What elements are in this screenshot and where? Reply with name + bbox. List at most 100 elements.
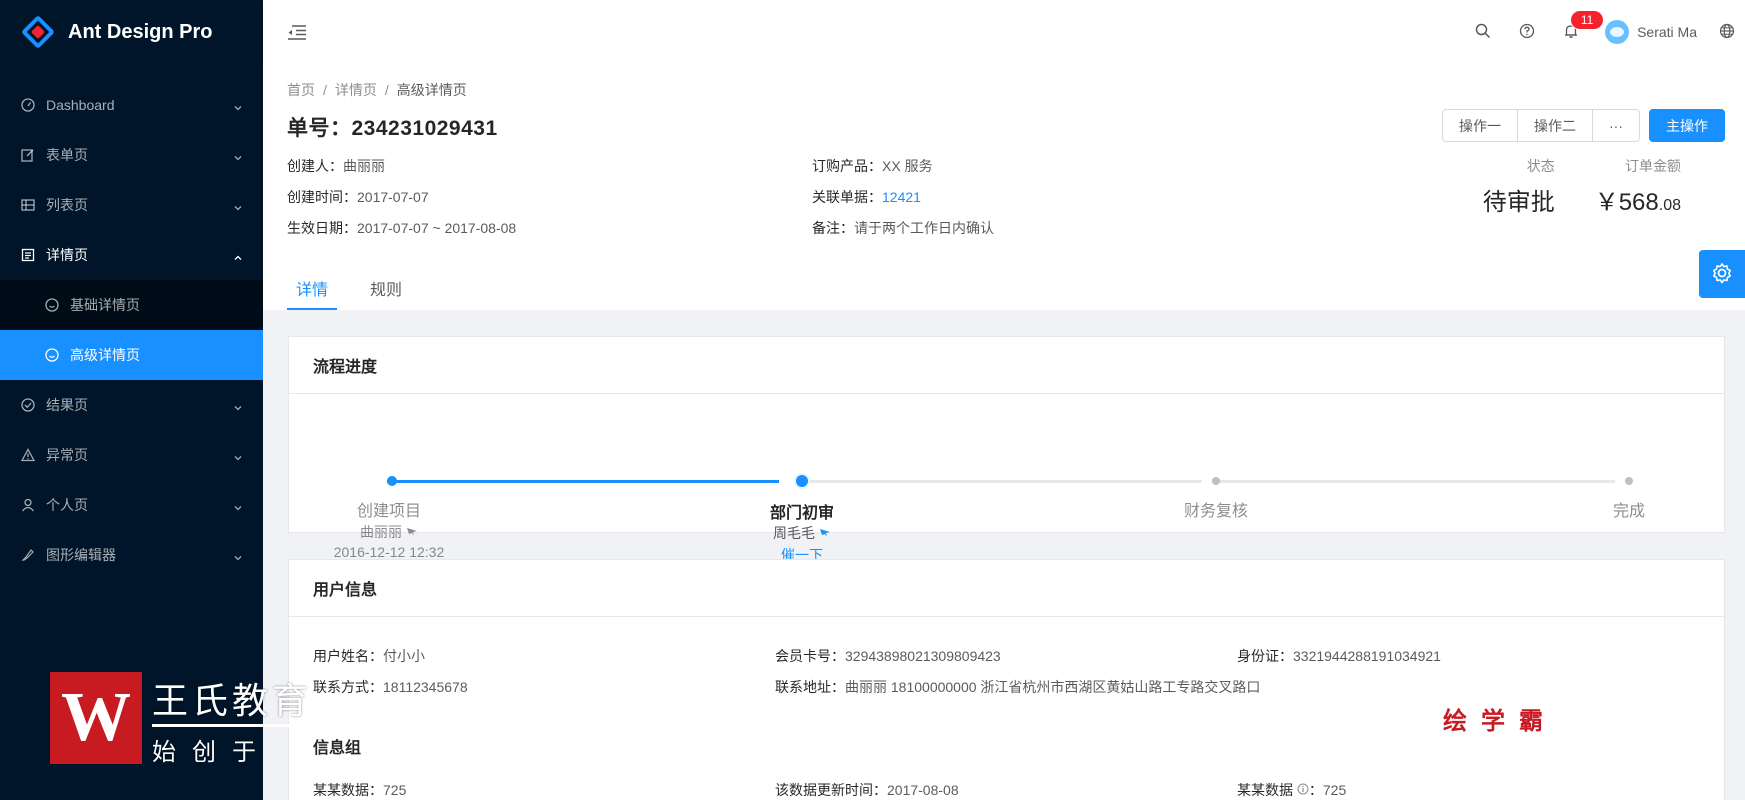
tab-rules[interactable]: 规则 xyxy=(361,266,411,310)
field-value: 曲丽丽 xyxy=(343,157,385,174)
field-value: 3321944288191034921 xyxy=(1293,648,1441,664)
sidebar-item-basic-profile[interactable]: 基础详情页 xyxy=(0,280,263,330)
page-tabs: 详情 规则 xyxy=(287,266,435,310)
user-name: Serati Ma xyxy=(1637,24,1697,40)
page-actions: 操作一 操作二 ··· 主操作 xyxy=(1442,109,1725,142)
sidebar-menu: Dashboard 表单页 列表页 详情页 基础详情页 高级详情页 结果页 异常… xyxy=(0,80,263,580)
setting-drawer-handle[interactable] xyxy=(1699,250,1745,298)
sidebar-item-list[interactable]: 列表页 xyxy=(0,180,263,230)
sidebar-item-advanced-profile[interactable]: 高级详情页 xyxy=(0,330,263,380)
action-two-button[interactable]: 操作二 xyxy=(1517,109,1593,142)
status-value: 待审批 xyxy=(1482,189,1555,216)
dashboard-icon xyxy=(20,97,36,113)
address-field: 联系地址：曲丽丽 18100000000 浙江省杭州市西湖区黄姑山路工专路交叉路… xyxy=(775,677,1675,697)
app-logo[interactable]: Ant Design Pro xyxy=(0,0,263,64)
member-card-field: 会员卡号：32943898021309809423 xyxy=(775,646,1237,666)
data-field-with-tip: 某某数据 ：725 xyxy=(1237,780,1699,800)
user-info-title: 用户信息 xyxy=(289,560,1724,617)
watermark-right-text: 绘学霸 xyxy=(1443,706,1557,735)
field-value: 付小小 xyxy=(383,648,425,664)
note-field: 备注：请于两个工作日内确认 xyxy=(812,218,1337,238)
action-one-button[interactable]: 操作一 xyxy=(1442,109,1518,142)
field-label: 某某数据： xyxy=(313,782,383,798)
sidebar-item-account[interactable]: 个人页 xyxy=(0,480,263,530)
more-actions-button[interactable]: ··· xyxy=(1592,109,1640,142)
menu-fold-icon[interactable] xyxy=(287,22,307,42)
status-label: 状态 xyxy=(1526,158,1555,174)
app-title: Ant Design Pro xyxy=(68,20,213,43)
step-title: 完成 xyxy=(1612,503,1645,520)
sidebar-item-label: 结果页 xyxy=(46,397,88,413)
sidebar-item-exception[interactable]: 异常页 xyxy=(0,430,263,480)
step-title: 创建项目 xyxy=(356,503,421,520)
step-time: 2016-12-12 12:32 xyxy=(333,544,445,560)
field-label: 生效日期： xyxy=(287,219,357,236)
sidebar-item-result[interactable]: 结果页 xyxy=(0,380,263,430)
breadcrumb-profile[interactable]: 详情页 xyxy=(335,80,377,100)
info-circle-icon[interactable] xyxy=(1297,782,1309,798)
progress-steps: 创建项目 曲丽丽 2016-12-12 12:32 部门初审 周毛毛 催一下 财… xyxy=(289,394,1724,563)
ant-logo-icon xyxy=(20,14,56,50)
sidebar-item-editor[interactable]: 图形编辑器 xyxy=(0,530,263,580)
watermark-title: 王氏教育 xyxy=(152,681,313,722)
step-person: 曲丽丽 xyxy=(289,522,489,542)
sidebar-item-label: 高级详情页 xyxy=(70,347,140,363)
profile-icon xyxy=(20,247,36,263)
id-card-field: 身份证：3321944288191034921 xyxy=(1237,646,1699,666)
step-connector-wait xyxy=(802,480,1202,483)
chevron-down-icon xyxy=(233,150,243,161)
tab-detail[interactable]: 详情 xyxy=(287,266,338,310)
field-colon: ： xyxy=(1308,782,1323,798)
product-field: 订购产品：XX 服务 xyxy=(812,156,1337,176)
user-info-row: 联系方式：18112345678 联系地址：曲丽丽 18100000000 浙江… xyxy=(313,677,1713,697)
amount-label: 订单金额 xyxy=(1625,158,1681,174)
status-block: 状态 待审批 xyxy=(1483,156,1555,217)
info-group-row: 某某数据：725 该数据更新时间：2017-08-08 某某数据 ：725 xyxy=(313,780,1713,800)
dingding-icon xyxy=(406,524,418,540)
related-doc-link[interactable]: 12421 xyxy=(882,189,921,205)
amount-integer: ￥568 xyxy=(1594,189,1659,216)
globe-icon xyxy=(1719,23,1735,42)
user-icon xyxy=(20,497,36,513)
chevron-down-icon xyxy=(233,450,243,461)
step-dot-wait xyxy=(1212,477,1220,485)
help-button[interactable] xyxy=(1505,0,1549,64)
warning-icon xyxy=(20,447,36,463)
language-button[interactable] xyxy=(1709,0,1745,64)
effective-date-field: 生效日期：2017-07-07 ~ 2017-08-08 xyxy=(287,218,812,238)
amount-value: ￥568.08 xyxy=(1595,182,1681,217)
notification-button[interactable]: 11 xyxy=(1549,0,1604,64)
field-label: 身份证： xyxy=(1237,648,1293,664)
step-dot-wait xyxy=(1625,477,1633,485)
field-label: 会员卡号： xyxy=(775,648,845,664)
field-value: 曲丽丽 18100000000 浙江省杭州市西湖区黄姑山路工专路交叉路口 xyxy=(845,679,1261,695)
step-title: 财务复核 xyxy=(1183,503,1248,520)
field-value: 请于两个工作日内确认 xyxy=(854,219,994,236)
sidebar-item-profile[interactable]: 详情页 xyxy=(0,230,263,280)
sidebar-item-dashboard[interactable]: Dashboard xyxy=(0,80,263,130)
field-label: 创建人： xyxy=(287,157,343,174)
step-connector-wait xyxy=(1215,480,1615,483)
notification-badge: 11 xyxy=(1571,11,1604,29)
step-title: 部门初审 xyxy=(769,505,834,522)
sidebar-item-label: 异常页 xyxy=(46,447,88,463)
search-button[interactable] xyxy=(1461,0,1505,64)
chevron-down-icon xyxy=(233,200,243,211)
watermark-logo-letter: W xyxy=(61,679,131,756)
field-value: 32943898021309809423 xyxy=(845,648,1001,664)
order-description: 创建人：曲丽丽 订购产品：XX 服务 创建时间：2017-07-07 关联单据：… xyxy=(287,150,1337,243)
user-menu[interactable]: Serati Ma xyxy=(1593,0,1709,64)
sidebar-item-form[interactable]: 表单页 xyxy=(0,130,263,180)
info-group-title: 信息组 xyxy=(313,740,362,757)
user-name-field: 用户姓名：付小小 xyxy=(313,646,775,666)
sidebar-item-label: 详情页 xyxy=(46,247,88,263)
field-value: 2017-07-07 xyxy=(357,188,429,205)
breadcrumb-home[interactable]: 首页 xyxy=(287,80,315,100)
creator-field: 创建人：曲丽丽 xyxy=(287,156,812,176)
page-header: 首页 / 详情页 / 高级详情页 单号：234231029431 操作一 操作二… xyxy=(263,64,1745,310)
global-header: 11 Serati Ma xyxy=(263,0,1745,64)
watermark-divider xyxy=(152,724,312,727)
sidebar-item-label: 表单页 xyxy=(46,147,88,163)
primary-action-button[interactable]: 主操作 xyxy=(1649,109,1725,142)
step-person-name: 曲丽丽 xyxy=(360,524,403,540)
